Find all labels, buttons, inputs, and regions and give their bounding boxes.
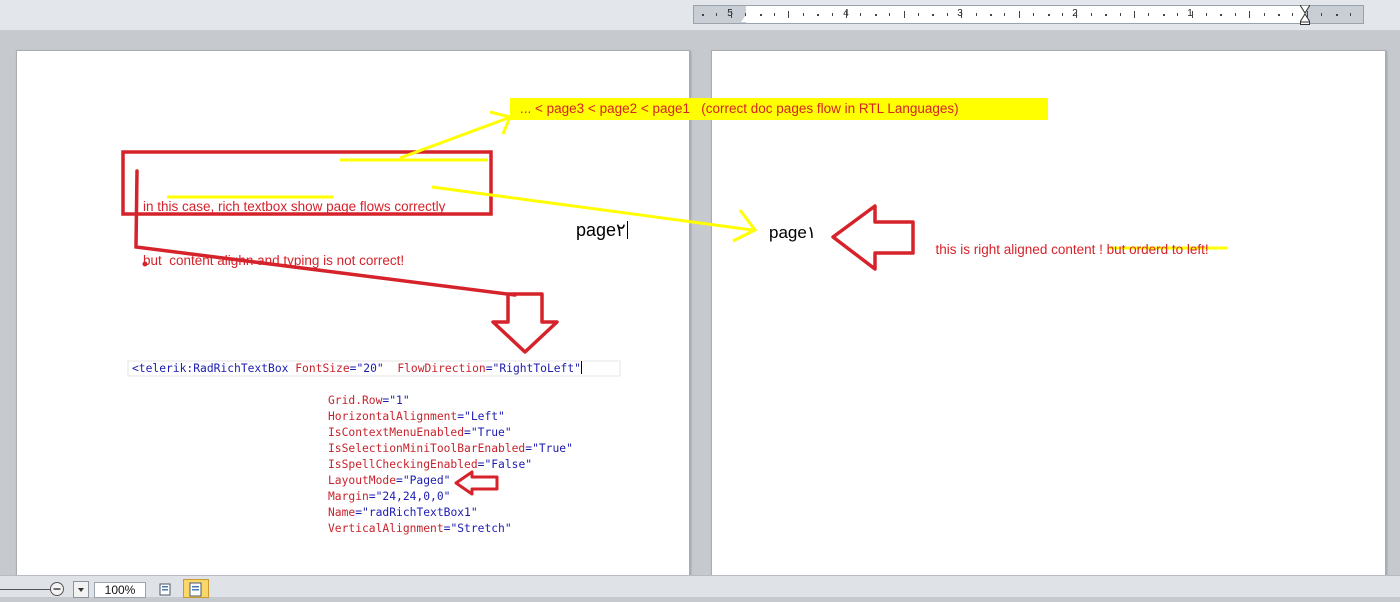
code-attr-name: IsSelectionMiniToolBarEnabled (328, 442, 526, 455)
code-attribute-line: Margin="24,24,0,0" (328, 489, 573, 505)
code-attr-value: "24,24,0,0" (375, 490, 451, 503)
page-layout-icon (189, 582, 202, 597)
status-bar (0, 575, 1400, 597)
code-attributes: Grid.Row="1" HorizontalAlignment="Left" Is… (328, 393, 573, 537)
zoom-out-icon[interactable] (49, 581, 65, 597)
code-attr-name: LayoutMode (328, 474, 397, 487)
chevron-down-icon (78, 588, 84, 592)
code-attr-name: Grid.Row (328, 394, 383, 407)
code-attr-value: "Left" (464, 410, 505, 423)
annotation-right-note-b: but orderd to left! (1106, 242, 1209, 257)
web-layout-button[interactable] (183, 579, 209, 598)
code-attr-value: "RightToLeft" (492, 362, 581, 375)
annotation-right-note-a: this is right aligned content ! (935, 242, 1107, 257)
code-attr-value: "radRichTextBox1" (362, 506, 478, 519)
code-line-tag: <telerik:RadRichTextBox FontSize="20" Fl… (132, 361, 582, 375)
annotation-right-note: this is right aligned content ! but orde… (928, 227, 1209, 257)
zoom-slider-track[interactable] (0, 589, 52, 590)
code-equals: = (396, 474, 403, 487)
code-attribute-line: Grid.Row="1" (328, 393, 573, 409)
code-attribute-line: IsSelectionMiniToolBarEnabled="True" (328, 441, 573, 457)
code-attr-name: IsSpellCheckingEnabled (328, 458, 478, 471)
code-attr-value: "True" (532, 442, 573, 455)
print-layout-icon[interactable] (158, 582, 176, 596)
code-attribute-line: IsSpellCheckingEnabled="False" (328, 457, 573, 473)
code-attr-name: HorizontalAlignment (328, 410, 458, 423)
code-attr-name: FlowDirection (397, 362, 486, 375)
code-attr-value: "1" (389, 394, 410, 407)
code-attr-name: VerticalAlignment (328, 522, 444, 535)
zoom-dropdown-button[interactable] (73, 581, 89, 598)
code-attribute-line: VerticalAlignment="Stretch" (328, 521, 573, 537)
code-attr-value: "Stretch" (450, 522, 512, 535)
code-attribute-line: LayoutMode="Paged" (328, 473, 573, 489)
code-equals: = (355, 506, 363, 519)
code-attr-value: "Paged" (402, 474, 451, 487)
code-attr-value: "True" (470, 426, 512, 439)
code-attr-value: "False" (484, 458, 533, 471)
code-attr-name: IsContextMenuEnabled (328, 426, 465, 439)
code-equals: = (464, 426, 471, 439)
code-attribute-line: Name="radRichTextBox1" (328, 505, 573, 521)
code-attribute-line: IsContextMenuEnabled="True" (328, 425, 573, 441)
annotation-overlay (121, 110, 1227, 496)
annotation-note-line: but content alighn and typing is not cor… (143, 253, 405, 268)
code-attr-name: Margin (328, 490, 369, 503)
code-attr-value: "20" (356, 362, 384, 375)
annotation-note-line: in this case, rich textbox show page flo… (143, 199, 446, 214)
code-attribute-line: HorizontalAlignment="Left" (328, 409, 573, 425)
code-tag: <telerik:RadRichTextBox (132, 362, 289, 375)
code-attr-name: FontSize (295, 362, 350, 375)
code-attr-name: Name (328, 506, 356, 519)
annotation-note: in this case, rich textbox show page flo… (143, 162, 445, 288)
code-equals: = (368, 490, 376, 503)
code-caret (580, 361, 582, 374)
